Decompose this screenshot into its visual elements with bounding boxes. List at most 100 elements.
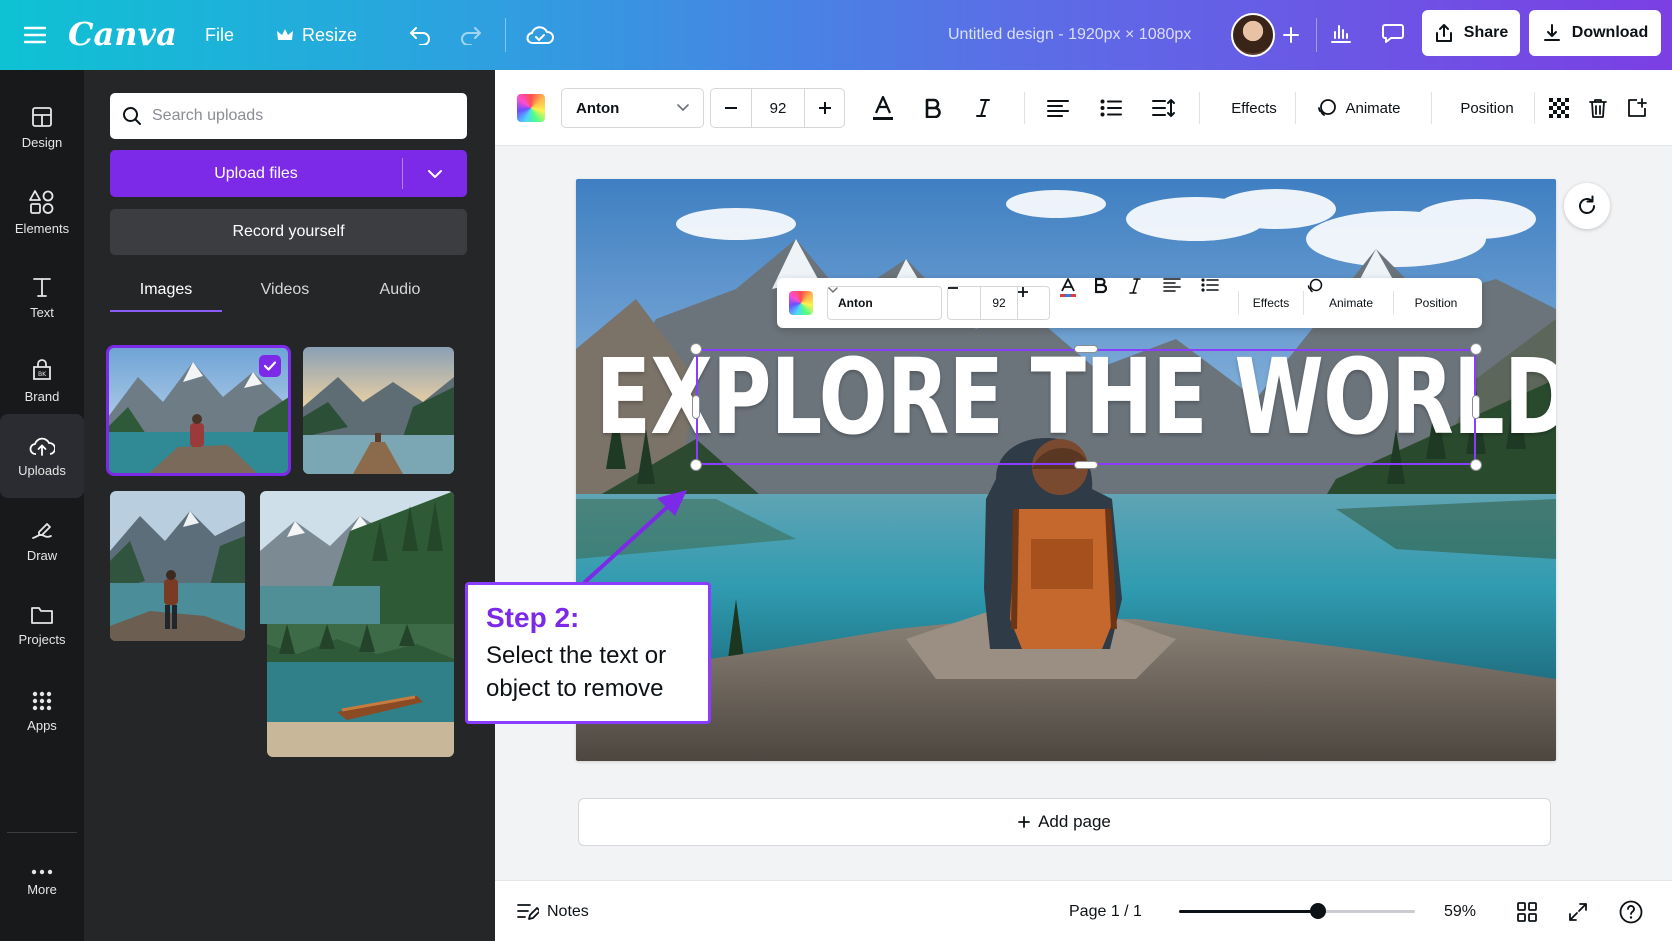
bottom-bar: Notes Page 1 / 1 59%: [495, 880, 1672, 941]
duplicate-add-icon[interactable]: [1619, 88, 1655, 128]
upload-thumbnail-4[interactable]: [260, 491, 454, 624]
add-page-button[interactable]: Add page: [578, 798, 1551, 846]
rail-item-uploads[interactable]: Uploads: [0, 414, 84, 498]
floating-italic-icon[interactable]: [1129, 278, 1157, 328]
grid-view-icon[interactable]: [1517, 899, 1537, 925]
uploads-panel: Upload files Record yourself Images Vide…: [84, 70, 495, 941]
align-left-icon[interactable]: [1038, 88, 1078, 128]
resize-handle-top-right[interactable]: [1470, 343, 1482, 355]
insights-chart-icon[interactable]: [1318, 10, 1364, 56]
upload-thumbnail-3[interactable]: [110, 491, 245, 641]
floating-bullet-list-icon[interactable]: [1201, 278, 1229, 328]
zoom-level[interactable]: 59%: [1444, 899, 1476, 925]
floating-font-size-input[interactable]: 92: [981, 287, 1017, 319]
resize-handle-top[interactable]: [1074, 345, 1098, 353]
design-canvas[interactable]: EXPLORE THE WORLD Anton 92 Effects Anima…: [576, 179, 1556, 761]
document-title[interactable]: Untitled design - 1920px × 1080px: [948, 20, 1191, 50]
upload-thumbnail-1[interactable]: [106, 345, 291, 476]
floating-decrease-size-button[interactable]: [948, 287, 980, 319]
comment-icon[interactable]: [1370, 10, 1416, 56]
bold-icon[interactable]: [913, 88, 953, 128]
bullet-list-icon[interactable]: [1091, 88, 1131, 128]
fullscreen-icon[interactable]: [1568, 899, 1588, 925]
effects-button[interactable]: Effects: [1212, 88, 1296, 128]
floating-bold-icon[interactable]: [1095, 278, 1123, 328]
rail-divider: [7, 832, 77, 833]
rail-item-elements[interactable]: Elements: [0, 170, 84, 254]
add-page-label: Add page: [1038, 812, 1111, 831]
floating-animate-button[interactable]: Animate: [1307, 278, 1389, 328]
record-yourself-button[interactable]: Record yourself: [110, 209, 467, 255]
apps-grid-icon: [31, 690, 53, 712]
decrease-font-size-button[interactable]: [711, 89, 751, 127]
cloud-saved-icon[interactable]: [524, 19, 556, 51]
menu-icon[interactable]: [18, 19, 52, 51]
user-avatar[interactable]: [1231, 13, 1275, 57]
upload-thumbnail-2[interactable]: [303, 347, 454, 474]
floating-text-color-icon[interactable]: [1059, 278, 1087, 328]
floating-position-button[interactable]: Position: [1397, 278, 1475, 328]
redo-icon[interactable]: [455, 19, 487, 51]
rail-item-brand[interactable]: BK Brand: [0, 339, 84, 423]
rail-item-draw[interactable]: Draw: [0, 498, 84, 582]
thumbnail-image-4: [260, 491, 454, 624]
page-indicator[interactable]: Page 1 / 1: [1069, 899, 1142, 925]
floating-align-left-icon[interactable]: [1163, 278, 1191, 328]
tab-audio[interactable]: Audio: [345, 268, 455, 312]
resize-handle-bottom[interactable]: [1074, 461, 1098, 469]
rail-label-projects: Projects: [18, 631, 66, 647]
help-icon[interactable]: [1619, 898, 1643, 926]
font-selector[interactable]: Anton: [561, 88, 704, 128]
rail-item-more[interactable]: More: [0, 840, 84, 924]
share-button[interactable]: Share: [1422, 10, 1520, 56]
regenerate-button[interactable]: [1564, 183, 1610, 229]
canva-logo[interactable]: Canva: [68, 12, 177, 56]
floating-effects-button[interactable]: Effects: [1242, 278, 1300, 328]
notes-button[interactable]: Notes: [517, 899, 589, 925]
resize-label: Resize: [302, 24, 358, 45]
text-selection-frame[interactable]: [696, 349, 1476, 465]
line-spacing-icon[interactable]: [1144, 88, 1184, 128]
floating-toolbar-divider: [1393, 291, 1394, 315]
rail-item-apps[interactable]: Apps: [0, 669, 84, 753]
topbar-divider: [505, 18, 506, 52]
transparency-icon[interactable]: [1541, 88, 1577, 128]
toolbar-divider: [1534, 92, 1535, 124]
font-size-input[interactable]: 92: [752, 89, 804, 127]
tab-videos[interactable]: Videos: [230, 268, 340, 312]
file-menu[interactable]: File: [205, 20, 234, 50]
resize-button[interactable]: Resize: [276, 20, 357, 50]
rail-item-text[interactable]: Text: [0, 255, 84, 339]
trash-icon[interactable]: [1580, 88, 1616, 128]
canvas-background-photo: [576, 179, 1556, 761]
rail-item-projects[interactable]: Projects: [0, 583, 84, 667]
resize-handle-right[interactable]: [1472, 395, 1480, 419]
share-icon: [1434, 23, 1454, 43]
increase-font-size-button[interactable]: [805, 89, 845, 127]
italic-icon[interactable]: [963, 88, 1003, 128]
animate-button[interactable]: Animate: [1307, 88, 1411, 128]
undo-icon[interactable]: [404, 19, 436, 51]
resize-handle-top-left[interactable]: [690, 343, 702, 355]
floating-font-selector[interactable]: Anton: [827, 286, 942, 320]
upload-thumbnail-5[interactable]: [267, 624, 454, 757]
floating-color-swatch[interactable]: [789, 291, 813, 315]
rail-item-design[interactable]: Design: [0, 85, 84, 169]
text-color-swatch[interactable]: [517, 94, 545, 122]
upload-files-button[interactable]: Upload files: [110, 150, 402, 197]
chevron-down-icon: [677, 104, 689, 112]
floating-increase-size-button[interactable]: [1018, 287, 1050, 319]
brand-icon: BK: [30, 358, 54, 383]
download-button[interactable]: Download: [1529, 10, 1661, 56]
position-button[interactable]: Position: [1443, 88, 1531, 128]
plus-icon: [1018, 816, 1030, 828]
search-box[interactable]: [110, 93, 467, 139]
zoom-slider-track[interactable]: [1179, 910, 1415, 913]
tab-images[interactable]: Images: [110, 268, 222, 312]
upload-options-dropdown[interactable]: [403, 150, 467, 197]
resize-handle-bottom-right[interactable]: [1470, 459, 1482, 471]
zoom-slider-knob[interactable]: [1310, 903, 1326, 919]
search-input[interactable]: [152, 107, 452, 125]
add-collaborator-icon[interactable]: [1277, 21, 1305, 49]
text-color-icon[interactable]: [863, 88, 903, 128]
